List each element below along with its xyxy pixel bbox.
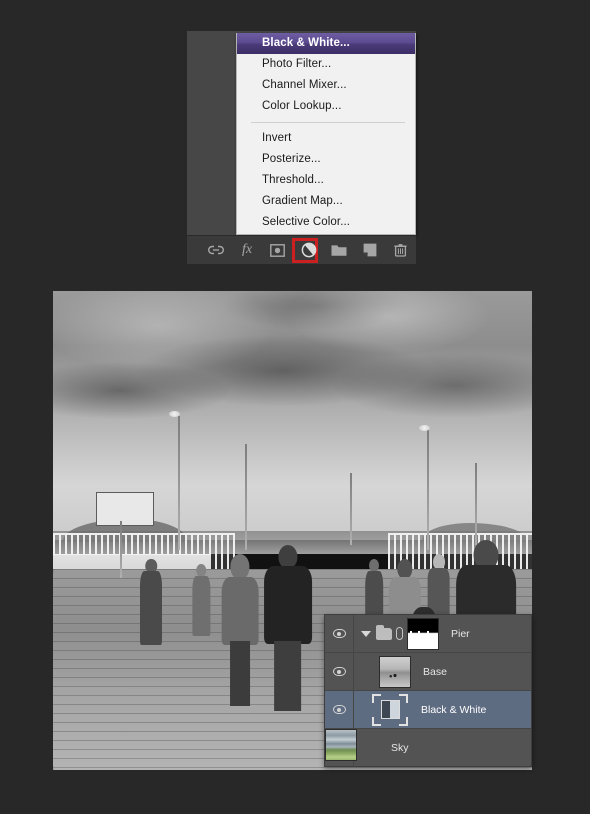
black-and-white-adjustment-icon [381, 700, 400, 719]
layer-thumbnail-base[interactable] [379, 656, 411, 688]
selection-bracket-icon [372, 694, 381, 703]
adjustments-panel: Black & White... Photo Filter... Channel… [187, 31, 416, 264]
layer-mask-thumbnail[interactable] [407, 618, 439, 650]
person-body [140, 571, 162, 645]
person-body [193, 576, 210, 636]
menu-separator [251, 122, 405, 123]
lamp-post-2 [245, 444, 247, 549]
lamp-post-4 [350, 473, 352, 545]
menu-item-posterize[interactable]: Posterize... [237, 149, 415, 170]
layer-thumbnail-black-and-white[interactable] [371, 693, 409, 727]
layer-content-black-and-white[interactable]: Black & White [354, 691, 531, 728]
lamp-post-3 [427, 430, 429, 550]
menu-item-black-and-white[interactable]: Black & White... [237, 33, 415, 54]
person-legs [230, 641, 250, 706]
menu-item-channel-mixer[interactable]: Channel Mixer... [237, 75, 415, 96]
person-body [221, 577, 258, 645]
layer-name-black-and-white: Black & White [421, 704, 486, 716]
menu-item-photo-filter[interactable]: Photo Filter... [237, 54, 415, 75]
folder-icon [331, 244, 347, 257]
lamp-post-1 [178, 416, 180, 550]
menu-item-threshold[interactable]: Threshold... [237, 170, 415, 191]
layer-style-button[interactable]: fx [232, 236, 263, 265]
layer-thumbnail-sky[interactable] [325, 729, 357, 761]
layer-name-pier: Pier [451, 628, 470, 640]
lamp-post-5 [475, 463, 477, 544]
eye-icon [333, 629, 346, 638]
chevron-down-icon[interactable] [361, 631, 371, 637]
person-hooded [221, 554, 259, 702]
link-mask-icon[interactable] [396, 627, 403, 640]
adjustments-menu[interactable]: Black & White... Photo Filter... Channel… [236, 33, 416, 235]
layer-name-base: Base [423, 666, 447, 678]
fx-icon: fx [242, 242, 252, 258]
person-legs [274, 641, 302, 711]
layer-row-pier[interactable]: Pier [325, 615, 531, 653]
person-distant-4 [192, 564, 211, 636]
link-icon [208, 244, 224, 256]
new-page-icon [363, 243, 377, 257]
selection-bracket-icon [372, 717, 381, 726]
layer-name-sky: Sky [391, 742, 409, 754]
layer-content-pier[interactable]: Pier [354, 615, 531, 652]
link-layers-button[interactable] [201, 236, 232, 265]
sign-post [120, 521, 122, 578]
menu-item-invert[interactable]: Invert [237, 128, 415, 149]
layer-visibility-toggle-base[interactable] [325, 653, 354, 690]
layers-panel[interactable]: Pier Base Black & White [324, 614, 532, 767]
person-distant-3 [139, 559, 163, 645]
mask-icon [270, 244, 285, 257]
new-adjustment-layer-button[interactable] [293, 236, 324, 265]
layer-content-base[interactable]: Base [354, 653, 531, 690]
layer-visibility-toggle-pier[interactable] [325, 615, 354, 652]
delete-layer-button[interactable] [385, 236, 416, 265]
layer-content-sky[interactable]: Sky [354, 729, 531, 767]
person-body [264, 566, 312, 644]
eye-icon [333, 705, 346, 714]
pier-sign [96, 492, 153, 526]
layer-row-sky[interactable]: Sky [325, 729, 531, 767]
half-filled-circle-icon [301, 242, 317, 258]
selection-bracket-icon [399, 694, 408, 703]
menu-item-color-lookup[interactable]: Color Lookup... [237, 96, 415, 117]
folder-icon [376, 628, 392, 640]
layer-row-base[interactable]: Base [325, 653, 531, 691]
menu-item-selective-color[interactable]: Selective Color... [237, 212, 415, 233]
new-layer-button[interactable] [355, 236, 386, 265]
eye-icon [333, 667, 346, 676]
layer-visibility-toggle-black-and-white[interactable] [325, 691, 354, 728]
layers-panel-toolbar: fx [187, 235, 416, 264]
person-center-man [264, 545, 312, 708]
layer-row-black-and-white[interactable]: Black & White [325, 691, 531, 729]
menu-item-gradient-map[interactable]: Gradient Map... [237, 191, 415, 212]
lamp-head-1 [169, 411, 180, 417]
selection-bracket-icon [399, 717, 408, 726]
trash-icon [394, 243, 407, 257]
new-group-button[interactable] [324, 236, 355, 265]
add-layer-mask-button[interactable] [262, 236, 293, 265]
